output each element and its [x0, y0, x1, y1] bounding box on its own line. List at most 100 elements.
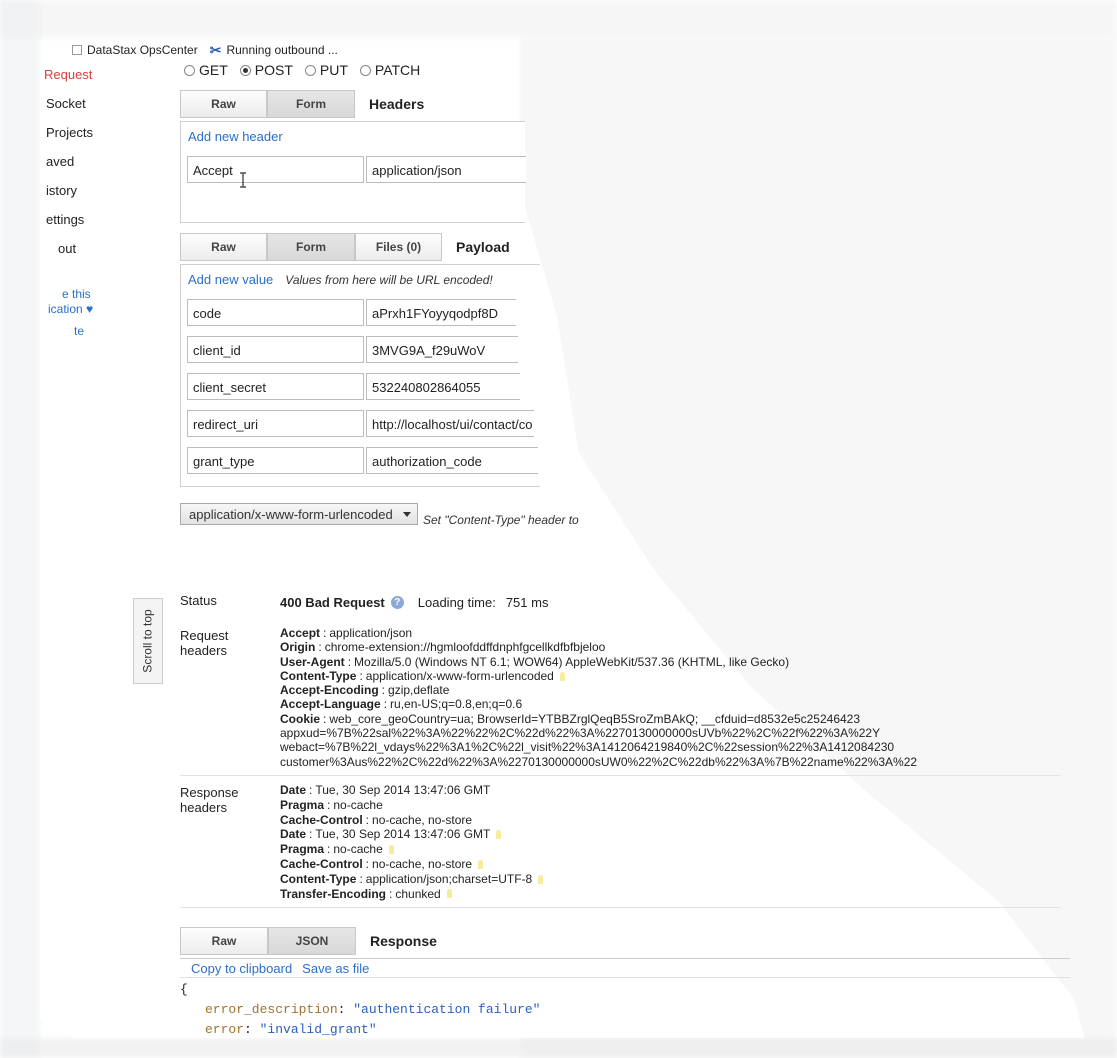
cookie-continuation: appxud=%7B%22sal%22%3A%22%22%2C%22d%22%3… [280, 726, 881, 741]
hint-bulb-icon[interactable] [538, 874, 544, 884]
hint-bulb-icon[interactable] [478, 859, 484, 869]
method-label: PUT [319, 62, 348, 78]
payload-value-field[interactable]: 3MVG9A_f29uWoV [366, 336, 518, 363]
method-label: POST [254, 62, 293, 78]
tab-headers-raw[interactable]: Raw [180, 90, 267, 118]
sidebar-item-socket[interactable]: Socket [46, 96, 86, 111]
header-row: Cache-Control: no-cache, no-store [280, 812, 473, 827]
header-row: Transfer-Encoding: chunked [280, 887, 543, 902]
sidebar-item-settings[interactable]: ettings [46, 212, 84, 227]
tab-payload-raw[interactable]: Raw [180, 233, 267, 261]
header-key: Cookie [280, 711, 321, 726]
payload-tabbar: Raw Form Files (0) Payload [180, 233, 510, 261]
background-window-bottom [0, 1038, 1117, 1058]
payload-key-field[interactable]: client_id [187, 336, 364, 363]
payload-key-field[interactable]: client_secret [187, 373, 364, 400]
header-row: Pragma: no-cache [280, 842, 543, 857]
donate-link[interactable]: te [74, 324, 84, 338]
header-value: application/json [329, 626, 413, 640]
payload-toolbar: Add new value Values from here will be U… [188, 272, 493, 287]
payload-value-field[interactable]: 532240802864055 [366, 373, 520, 400]
radio-icon[interactable] [359, 64, 371, 76]
header-value: no-cache [333, 842, 383, 857]
header-value: ru,en-US;q=0.8,en;q=0.6 [390, 697, 523, 712]
label-line: Response [180, 785, 239, 800]
help-icon[interactable]: ? [390, 596, 404, 609]
header-value: no-cache [333, 797, 383, 812]
sidebar-item-saved[interactable]: aved [46, 154, 74, 169]
method-patch[interactable]: PATCH [359, 62, 421, 78]
json-value: "invalid_grant" [259, 1022, 377, 1037]
header-value-field[interactable]: application/json [366, 156, 526, 183]
label-line: headers [180, 800, 227, 815]
cookie-continuation: webact=%7B%22l_vdays%22%3A1%2C%22l_visit… [280, 740, 895, 755]
header-key: User-Agent [280, 654, 345, 669]
header-value: application/x-www-form-urlencoded [365, 668, 554, 683]
bookmark-opscenter[interactable]: DataStax OpsCenter [72, 43, 198, 57]
sidebar-item-request[interactable]: Request [44, 67, 92, 82]
method-label: PATCH [374, 62, 421, 78]
json-brace: { [180, 982, 188, 997]
header-row: Accept-Language: ru,en-US;q=0.8,en;q=0.6 [280, 697, 523, 712]
hint-bulb-icon[interactable] [496, 830, 502, 840]
hint-bulb-icon[interactable] [446, 889, 452, 899]
header-row: Accept: application/json [280, 626, 413, 640]
payload-value-field[interactable]: aPrxh1FYoyyqodpf8D [366, 299, 516, 326]
chevron-down-icon [403, 512, 411, 517]
request-headers-label: Request headers [180, 628, 228, 658]
rate-link-cont[interactable]: ication ♥ [48, 302, 93, 316]
status-code: 400 Bad Request [280, 595, 385, 610]
add-value-link[interactable]: Add new value [188, 272, 273, 287]
radio-icon[interactable] [184, 64, 195, 76]
response-toolbar: Copy to clipboard Save as file [180, 958, 1070, 978]
rate-link[interactable]: e this [62, 287, 91, 301]
tab-headers-form[interactable]: Form [267, 90, 355, 118]
tab-response-json[interactable]: JSON [268, 927, 356, 955]
payload-title: Payload [456, 239, 510, 255]
sidebar-item-about[interactable]: out [58, 241, 76, 256]
url-encoded-hint: Values from here will be URL encoded! [285, 273, 493, 287]
sidebar-item-projects[interactable]: Projects [46, 125, 93, 140]
payload-key-field[interactable]: code [187, 299, 364, 326]
response-headers-label: Response headers [180, 785, 239, 815]
payload-key-field[interactable]: redirect_uri [187, 410, 364, 437]
method-put[interactable]: PUT [304, 62, 348, 78]
header-key: Content-Type [280, 668, 357, 683]
divider [180, 907, 1060, 908]
tab-payload-files[interactable]: Files (0) [355, 233, 442, 261]
method-label: GET [199, 62, 228, 78]
hint-bulb-icon[interactable] [388, 845, 394, 855]
content-type-value: application/x-www-form-urlencoded [189, 507, 393, 522]
headers-tabbar: Raw Form Headers [180, 90, 424, 118]
bookmark-label: Running outbound ... [226, 43, 338, 57]
header-key: Accept-Language [280, 697, 381, 712]
tab-payload-form[interactable]: Form [267, 233, 355, 261]
content-type-select[interactable]: application/x-www-form-urlencoded [180, 503, 418, 525]
radio-checked-icon[interactable] [239, 64, 251, 76]
tools-icon: ✂ [209, 41, 222, 58]
payload-key-field[interactable]: grant_type [187, 447, 364, 474]
response-headers-list: Date: Tue, 30 Sep 2014 13:47:06 GMT Prag… [280, 783, 544, 902]
payload-value-field[interactable]: authorization_code [366, 447, 538, 474]
label-line: Request [180, 628, 229, 643]
copy-to-clipboard-link[interactable]: Copy to clipboard [191, 961, 292, 976]
tab-response-raw[interactable]: Raw [180, 927, 268, 955]
header-key: Transfer-Encoding [280, 886, 387, 901]
bookmark-running-outbound[interactable]: ✂ Running outbound ... [210, 42, 338, 59]
method-get[interactable]: GET [184, 62, 228, 78]
header-key: Accept-Encoding [280, 683, 379, 698]
sidebar-item-history[interactable]: istory [46, 183, 77, 198]
add-header-link[interactable]: Add new header [188, 129, 283, 144]
content-type-hint: Set "Content-Type" header to [423, 513, 579, 527]
method-post[interactable]: POST [239, 62, 293, 78]
radio-icon[interactable] [304, 64, 316, 76]
scroll-to-top-button[interactable]: Scroll to top [133, 598, 163, 684]
header-row: Accept-Encoding: gzip,deflate [280, 683, 450, 698]
json-key: error_description [205, 1002, 338, 1017]
hint-bulb-icon[interactable] [559, 671, 565, 681]
cookie-continuation: customer%3Aus%22%2C%22d%22%3A%2270130000… [280, 754, 918, 769]
json-key: error [205, 1022, 245, 1037]
payload-value-field[interactable]: http://localhost/ui/contact/co [366, 410, 534, 437]
save-as-file-link[interactable]: Save as file [302, 961, 369, 976]
header-key-field[interactable]: Accept [187, 156, 364, 183]
